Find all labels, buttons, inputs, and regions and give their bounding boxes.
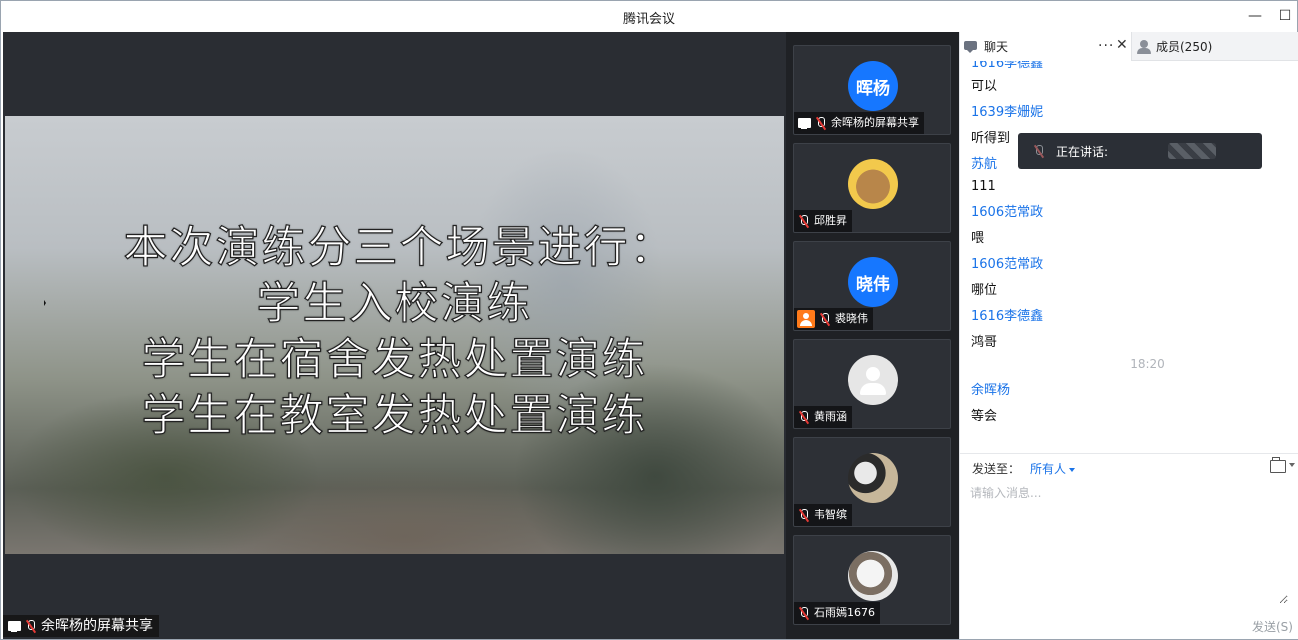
slide-line: 学生在教室发热处置演练 [141,389,648,441]
chat-sender[interactable]: 1616李德鑫 [971,305,1043,324]
chat-message: 听得到 [971,131,1011,146]
participant-tile[interactable]: 石雨嫣1676 [793,535,951,625]
chat-panel: 聊天 ··· ✕ 成员(250) 1616李德鑫 可以 1639李姗妮 听得到 … [959,32,1298,639]
participant-name-tag: 裘晓伟 [794,308,873,330]
chat-sender[interactable]: 苏航 [971,153,997,172]
avatar: 晖杨 [848,61,898,111]
more-icon[interactable]: ··· [1098,38,1114,54]
speaker-avatar-blurred [1168,143,1216,159]
mic-muted-icon [797,606,811,620]
screen-share-icon [797,116,811,130]
slide-line: 学生入校演练 [256,277,533,329]
mic-muted-icon [24,619,38,633]
participant-name-tag: 余晖杨的屏幕共享 [794,112,924,134]
speaking-label: 正在讲话: [1056,144,1109,159]
avatar [848,453,898,503]
mic-muted-icon [797,508,811,522]
share-source-label: 余晖杨的屏幕共享 [3,615,159,637]
slide-text: 本次演练分三个场景进行： 学生入校演练 学生在宿舍发热处置演练 学生在教室发热处… [5,220,784,444]
maximize-button[interactable]: ☐ [1273,5,1297,27]
chat-sender: 1616李德鑫 [971,61,1044,71]
tab-chat-label: 聊天 [984,40,1009,54]
send-button[interactable]: 发送(S) [1252,618,1293,635]
window-title: 腾讯会议 [622,12,675,27]
participant-tile[interactable]: 晓伟 裘晓伟 [793,241,951,331]
chat-message: 可以 [971,79,998,94]
share-source-name: 余晖杨的屏幕共享 [41,618,153,634]
mic-muted-icon [797,214,811,228]
tab-chat[interactable]: 聊天 ··· ✕ [960,32,1132,61]
screen-share-stage[interactable]: 本次演练分三个场景进行： 学生入校演练 学生在宿舍发热处置演练 学生在教室发热处… [3,32,786,639]
chat-sender[interactable]: 1606范常政 [971,253,1043,272]
avatar [848,355,898,405]
chat-timestamp: 18:20 [1130,357,1165,371]
chat-message: 哪位 [971,283,998,298]
chat-message: 等会 [971,409,998,424]
slide-line: 本次演练分三个场景进行： [123,221,676,273]
participant-name-tag: 黄雨涵 [794,406,852,428]
avatar [848,159,898,209]
chat-message: 喂 [971,231,985,246]
participant-name: 韦智缤 [814,508,847,521]
chat-sender[interactable]: 1606范常政 [971,201,1043,220]
participant-tile[interactable]: 韦智缤 [793,437,951,527]
chat-sender[interactable]: 1639李姗妮 [971,101,1043,120]
send-to-target: 所有人 [1030,462,1067,476]
participant-name: 余晖杨的屏幕共享 [831,116,919,129]
minimize-button[interactable]: — [1243,5,1267,27]
participant-name: 邱胜昇 [814,214,847,227]
send-to-select[interactable]: 所有人 [1030,460,1076,477]
send-to-label: 发送至： [972,462,1021,476]
mouse-cursor-icon [44,300,46,306]
title-bar: 腾讯会议 — ☐ [1,1,1297,32]
participant-name: 石雨嫣1676 [814,606,875,619]
chat-message-list[interactable]: 1616李德鑫 可以 1639李姗妮 听得到 苏航 111 1606范常政 喂 … [960,61,1298,453]
chevron-down-icon [1069,467,1076,472]
participant-name-tag: 邱胜昇 [794,210,852,232]
participant-tile[interactable]: 黄雨涵 [793,339,951,429]
mic-muted-icon [814,116,828,130]
participant-tile[interactable]: 邱胜昇 [793,143,951,233]
mic-muted-icon [818,312,832,326]
file-folder-icon[interactable] [1270,457,1286,473]
close-icon[interactable]: ✕ [1116,37,1128,53]
user-badge-icon [797,310,815,328]
avatar [848,551,898,601]
screen-share-icon [7,619,21,633]
chat-composer: 发送至： 所有人 发送(S) [960,453,1298,639]
members-icon [1137,39,1151,54]
tab-members[interactable]: 成员(250) [1133,32,1298,61]
chat-message: 鸿哥 [971,335,998,350]
tab-members-label: 成员(250) [1156,40,1213,54]
slide-line: 学生在宿舍发热处置演练 [141,333,648,385]
shared-slide: 本次演练分三个场景进行： 学生入校演练 学生在宿舍发热处置演练 学生在教室发热处… [5,116,784,554]
chat-sender[interactable]: 余晖杨 [971,379,1010,398]
participant-name: 裘晓伟 [835,312,868,325]
chevron-down-icon[interactable] [1289,463,1295,467]
chat-input[interactable] [970,484,1288,604]
participant-tile[interactable]: 晖杨 余晖杨的屏幕共享 [793,45,951,135]
speaking-indicator: 正在讲话: [1018,133,1262,169]
meeting-window: 腾讯会议 — ☐ 本次演练分三个场景进行： 学生入校演练 学生在宿舍发热处置演练… [0,0,1298,640]
participant-name-tag: 石雨嫣1676 [794,602,880,624]
chat-message: 111 [971,179,996,194]
avatar: 晓伟 [848,257,898,307]
chat-icon [964,40,978,53]
participant-name-tag: 韦智缤 [794,504,852,526]
participant-video-list[interactable]: 晖杨 余晖杨的屏幕共享 邱胜昇 晓伟 裘晓伟 黄雨涵 韦智缤 石雨嫣1676 [786,32,959,639]
mic-muted-icon [1032,144,1046,158]
participant-name: 黄雨涵 [814,410,847,423]
panel-tabs: 聊天 ··· ✕ 成员(250) [960,32,1298,61]
mic-muted-icon [797,410,811,424]
send-to-row: 发送至： 所有人 [972,460,1076,477]
